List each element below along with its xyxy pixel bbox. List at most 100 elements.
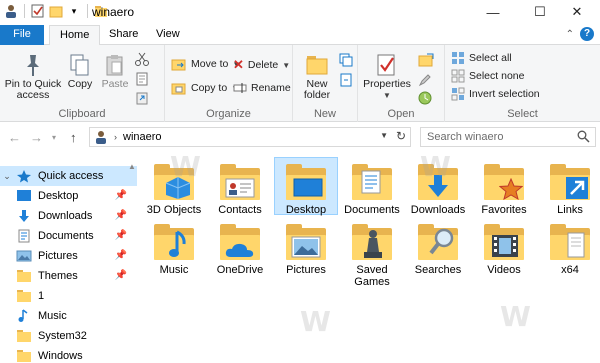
folder-item[interactable]: Music <box>142 218 206 276</box>
folder-item[interactable]: Downloads <box>406 158 470 216</box>
pin-icon[interactable]: 📌 <box>115 210 127 221</box>
new-folder-icon[interactable] <box>49 4 63 18</box>
clipboard-group: Pin to Quick access Copy Paste Clipboard <box>0 45 165 122</box>
copy-to-label: Copy to <box>191 82 228 94</box>
nav-item-themes[interactable]: Themes 📌 <box>0 266 137 286</box>
nav-item-label: Windows <box>38 350 83 362</box>
ribbon: Pin to Quick access Copy Paste Clipboard… <box>0 45 600 122</box>
collapse-ribbon-icon[interactable]: ⌃ <box>566 29 574 40</box>
pin-icon[interactable]: 📌 <box>115 230 127 241</box>
chevron-down-icon[interactable]: ▼ <box>380 131 388 140</box>
recent-locations-chevron-icon[interactable]: ▾ <box>52 133 56 142</box>
tab-view[interactable]: View <box>146 25 190 45</box>
paste-button[interactable]: Paste <box>98 53 132 90</box>
history-icon[interactable] <box>418 91 432 108</box>
folder-item[interactable]: Contacts <box>208 158 272 216</box>
properties-button[interactable]: Properties ▼ <box>362 53 412 101</box>
star-icon <box>16 169 32 183</box>
window-title: winaero <box>92 5 135 19</box>
nav-item-system32[interactable]: System32 <box>0 326 137 346</box>
scroll-up-icon[interactable]: ▲ <box>128 162 136 171</box>
delete-button[interactable]: ✕ Delete ▼ <box>233 57 290 73</box>
pin-icon[interactable]: 📌 <box>115 190 127 201</box>
delete-label: Delete <box>247 59 279 71</box>
folder-item[interactable]: Saved Games <box>340 218 404 288</box>
contacts-folder-icon <box>217 162 263 202</box>
copy-button[interactable]: Copy <box>64 53 96 90</box>
chevron-down-icon[interactable]: ⌄ <box>0 171 14 182</box>
nav-item-pictures[interactable]: Pictures 📌 <box>0 246 137 266</box>
close-button[interactable]: ✕ <box>554 0 600 24</box>
folder-item-selected[interactable]: Desktop <box>274 157 338 216</box>
nav-item-desktop[interactable]: Desktop 📌 <box>0 186 137 206</box>
tab-file[interactable]: File <box>0 25 44 45</box>
folder-item[interactable]: OneDrive <box>208 218 272 276</box>
search-input[interactable]: Search winaero <box>420 127 596 147</box>
folder-item[interactable]: Pictures <box>274 218 338 276</box>
pin-to-quick-access-button[interactable]: Pin to Quick access <box>4 53 62 101</box>
user-folder-icon[interactable] <box>4 4 18 18</box>
folder-label: OneDrive <box>216 264 264 276</box>
folder-icon <box>16 349 32 363</box>
user-folder-icon <box>96 131 106 144</box>
folder-icon <box>16 269 32 283</box>
copy-path-icon[interactable] <box>135 72 149 89</box>
new-folder-label: New folder <box>303 78 331 101</box>
select-none-icon <box>451 69 465 83</box>
new-group-label: New <box>313 108 336 120</box>
back-arrow-icon[interactable]: ← <box>8 130 21 145</box>
folder-item[interactable]: Documents <box>340 158 404 216</box>
customize-toolbar-icon[interactable]: ▾ <box>67 4 81 18</box>
select-all-label: Select all <box>469 52 512 64</box>
refresh-icon[interactable]: ↻ <box>396 129 406 143</box>
chevron-down-icon: ▼ <box>383 91 391 100</box>
new-folder-button[interactable]: New folder <box>297 53 337 101</box>
tab-home[interactable]: Home <box>49 25 101 46</box>
rename-button[interactable]: Rename <box>233 81 291 95</box>
nav-item-quick-access[interactable]: ⌄ Quick access <box>0 166 137 186</box>
minimize-button[interactable]: — <box>470 0 516 24</box>
help-icon[interactable]: ? <box>580 27 594 41</box>
select-none-button[interactable]: Select none <box>451 69 524 83</box>
move-to-button[interactable]: Move to ▼ <box>171 57 240 71</box>
up-arrow-icon[interactable]: ↑ <box>70 130 77 145</box>
select-all-button[interactable]: Select all <box>451 51 512 65</box>
nav-item-label: Quick access <box>38 170 104 182</box>
folder-item[interactable]: Videos <box>472 218 536 276</box>
tab-share[interactable]: Share <box>99 25 148 45</box>
folder-icon <box>16 289 32 303</box>
select-group: Select all Select none Invert selection … <box>445 45 600 122</box>
chevron-right-icon[interactable]: › <box>114 132 117 142</box>
nav-item-downloads[interactable]: Downloads 📌 <box>0 206 137 226</box>
new-item-icon[interactable] <box>339 53 353 70</box>
nav-item-music[interactable]: Music <box>0 306 137 326</box>
forward-arrow-icon[interactable]: → <box>30 130 43 145</box>
copy-to-button[interactable]: Copy to▼ <box>171 81 239 95</box>
folder-item[interactable]: 3D Objects <box>142 158 206 216</box>
easy-access-icon[interactable] <box>339 73 353 90</box>
select-group-label: Select <box>507 108 538 120</box>
paste-shortcut-icon[interactable] <box>135 91 149 108</box>
nav-item-windows[interactable]: Windows <box>0 346 137 363</box>
invert-selection-label: Invert selection <box>469 88 540 100</box>
folder-item[interactable]: Favorites <box>472 158 536 216</box>
edit-icon[interactable] <box>418 73 432 90</box>
open-folder-icon[interactable] <box>418 53 434 70</box>
folder-label: Contacts <box>218 204 262 216</box>
address-path[interactable]: winaero <box>123 131 162 143</box>
folder-item[interactable]: Links <box>538 158 600 216</box>
properties-check-icon[interactable] <box>31 4 45 18</box>
folder-label: 3D Objects <box>146 204 202 216</box>
address-box[interactable]: › winaero ▼ ↻ <box>89 127 411 147</box>
folder-item[interactable]: x64 <box>538 218 600 276</box>
select-none-label: Select none <box>469 70 525 82</box>
pin-icon[interactable]: 📌 <box>115 270 127 281</box>
folder-item[interactable]: Searches <box>406 218 470 276</box>
nav-item-1[interactable]: 1 <box>0 286 137 306</box>
cut-icon[interactable] <box>135 52 149 69</box>
nav-item-documents[interactable]: Documents 📌 <box>0 226 137 246</box>
pin-icon[interactable]: 📌 <box>115 250 127 261</box>
invert-selection-button[interactable]: Invert selection <box>451 87 540 101</box>
copy-icon <box>70 54 89 76</box>
ribbon-tabs: File Home Share View ⌃ ? <box>0 25 600 46</box>
